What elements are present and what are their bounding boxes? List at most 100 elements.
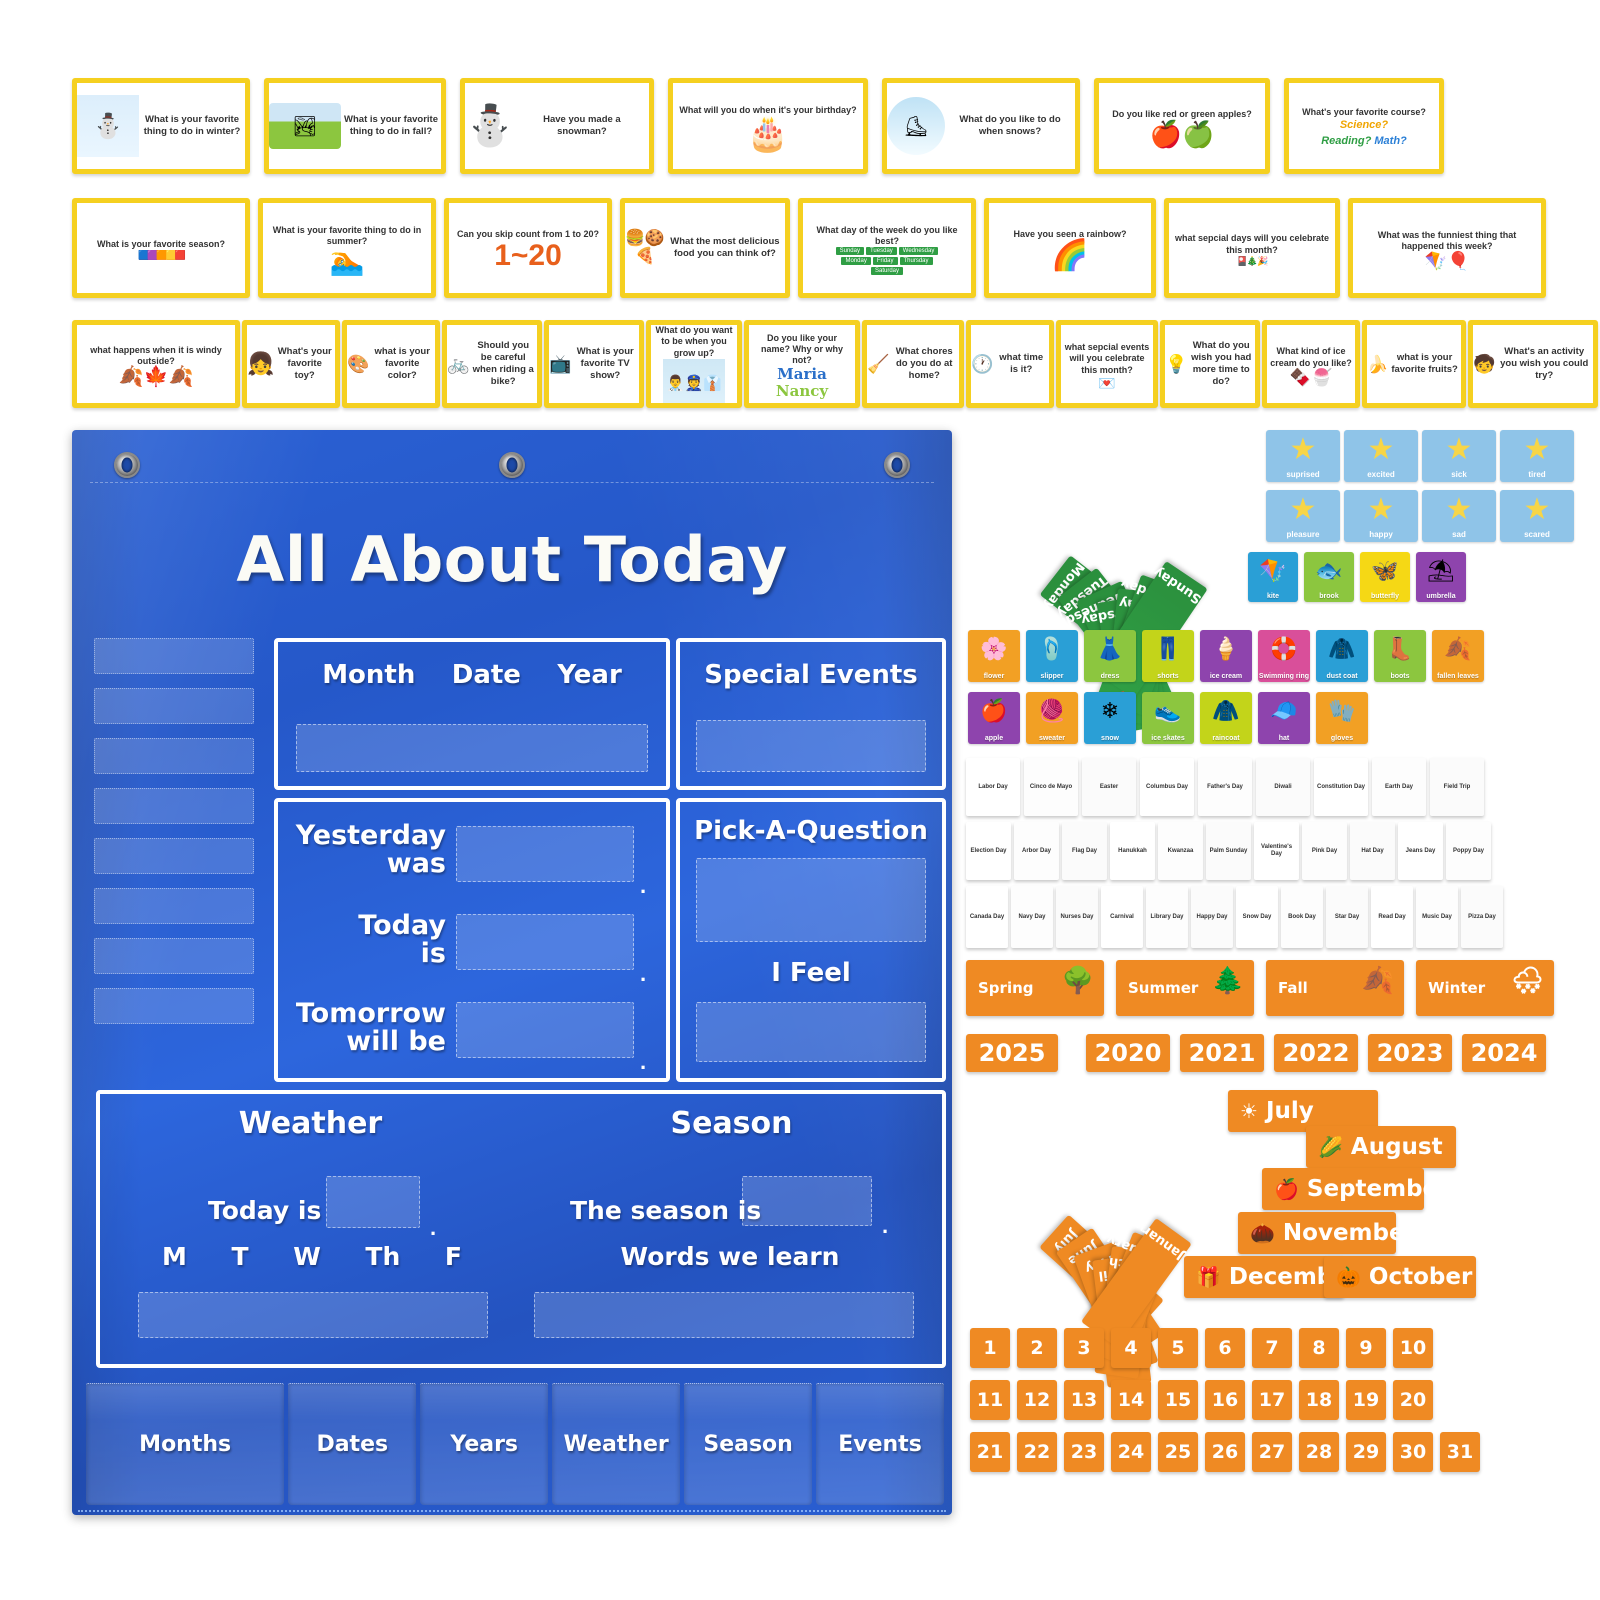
question-card[interactable]: Do you like red or green apples? 🍎🍏 [1094, 78, 1270, 174]
question-card[interactable]: 🕐 what time is it? [966, 320, 1054, 408]
question-card[interactable]: What day of the week do you like best? Su… [798, 198, 976, 298]
vocab-card[interactable]: 🦋 butterfly [1360, 552, 1410, 602]
holiday-card[interactable]: Read Day [1371, 886, 1413, 948]
question-card[interactable]: 🚲 Should you be careful when riding a bik… [442, 320, 542, 408]
month-card[interactable]: 🌰 November [1238, 1212, 1416, 1254]
vocab-card[interactable]: 🧤 gloves [1316, 692, 1368, 744]
month-card[interactable]: 🌽 August [1306, 1126, 1456, 1168]
tomorrow-insert-slot[interactable] [456, 1002, 634, 1058]
holiday-card[interactable]: Cinco de Mayo [1024, 758, 1078, 816]
holiday-card[interactable]: Snow Day [1236, 886, 1278, 948]
question-card[interactable]: what happens when it is windy outside? 🍂🍁… [72, 320, 240, 408]
vocab-card[interactable]: ⛱ umbrella [1416, 552, 1466, 602]
holiday-card[interactable]: Library Day [1146, 886, 1188, 948]
year-card[interactable]: 2024 [1462, 1034, 1546, 1072]
vocab-card[interactable]: 🍎 apple [968, 692, 1020, 744]
question-card[interactable]: 💡 What do you wish you had more time to d… [1160, 320, 1260, 408]
emotion-card[interactable]: ★ pleasure [1266, 490, 1340, 542]
year-card[interactable]: 2021 [1180, 1034, 1264, 1072]
question-card[interactable]: What is your favorite thing to do in sum… [258, 198, 436, 298]
today-insert-slot[interactable] [456, 914, 634, 970]
holiday-card[interactable]: Arbor Day [1014, 822, 1059, 880]
year-card[interactable]: 2020 [1086, 1034, 1170, 1072]
holiday-card[interactable]: Poppy Day [1446, 822, 1491, 880]
yesterday-insert-slot[interactable] [456, 826, 634, 882]
question-card[interactable]: 📺 What is your favorite TV show? [544, 320, 644, 408]
date-number-card[interactable]: 4 [1111, 1328, 1151, 1368]
i-feel-insert-slot[interactable] [696, 1002, 926, 1062]
date-number-card[interactable]: 7 [1252, 1328, 1292, 1368]
season-card[interactable]: Summer 🌲 [1116, 960, 1254, 1016]
date-number-card[interactable]: 22 [1017, 1432, 1057, 1472]
holiday-card[interactable]: Pizza Day [1461, 886, 1503, 948]
card-slot[interactable] [94, 988, 254, 1024]
holiday-card[interactable]: Hanukkah [1110, 822, 1155, 880]
question-card[interactable]: what sepcial days will you celebrate thi… [1164, 198, 1340, 298]
holiday-card[interactable]: Hat Day [1350, 822, 1395, 880]
holiday-card[interactable]: Flag Day [1062, 822, 1107, 880]
storage-pocket-dates[interactable]: Dates [288, 1383, 417, 1505]
season-card[interactable]: Spring 🌳 [966, 960, 1104, 1016]
date-number-card[interactable]: 6 [1205, 1328, 1245, 1368]
question-card[interactable]: 🧹 What chores do you do at home? [862, 320, 964, 408]
card-slot[interactable] [94, 688, 254, 724]
question-card[interactable]: What's your favorite course? Science? Read… [1284, 78, 1444, 174]
question-card[interactable]: ⛸ What do you like to do when snows? [882, 78, 1080, 174]
vocab-card[interactable]: 🍦 ice cream [1200, 630, 1252, 682]
date-number-card[interactable]: 24 [1111, 1432, 1151, 1472]
vocab-card[interactable]: 👗 dress [1084, 630, 1136, 682]
vocab-card[interactable]: 🧥 dust coat [1316, 630, 1368, 682]
holiday-card[interactable]: Palm Sunday [1206, 822, 1251, 880]
holiday-card[interactable]: Carnival [1101, 886, 1143, 948]
emotion-card[interactable]: ★ scared [1500, 490, 1574, 542]
question-card[interactable]: 🏞 What is your favorite thing to do in fa… [264, 78, 446, 174]
date-insert-slot[interactable] [296, 724, 648, 772]
storage-pocket-weather[interactable]: Weather [552, 1383, 681, 1505]
date-number-card[interactable]: 8 [1299, 1328, 1339, 1368]
holiday-card[interactable]: Election Day [966, 822, 1011, 880]
date-number-card[interactable]: 13 [1064, 1380, 1104, 1420]
date-number-card[interactable]: 31 [1440, 1432, 1480, 1472]
date-number-card[interactable]: 25 [1158, 1432, 1198, 1472]
holiday-card[interactable]: Jeans Day [1398, 822, 1443, 880]
storage-pocket-season[interactable]: Season [684, 1383, 813, 1505]
date-number-card[interactable]: 2 [1017, 1328, 1057, 1368]
vocab-card[interactable]: 🩴 slipper [1026, 630, 1078, 682]
date-number-card[interactable]: 29 [1346, 1432, 1386, 1472]
card-slot[interactable] [94, 938, 254, 974]
holiday-card[interactable]: Diwali [1256, 758, 1310, 816]
date-number-card[interactable]: 3 [1064, 1328, 1104, 1368]
date-number-card[interactable]: 26 [1205, 1432, 1245, 1472]
season-card[interactable]: Winter 🌨 [1416, 960, 1554, 1016]
question-card[interactable]: 🍔🍪 🍕 What the most delicious food you can … [620, 198, 790, 298]
storage-pocket-events[interactable]: Events [816, 1383, 944, 1505]
emotion-card[interactable]: ★ suprised [1266, 430, 1340, 482]
question-card[interactable]: What kind of ice cream do you like? 🍫🍧 [1262, 320, 1360, 408]
holiday-card[interactable]: Kwanzaa [1158, 822, 1203, 880]
vocab-card[interactable]: 🪁 kite [1248, 552, 1298, 602]
date-number-card[interactable]: 28 [1299, 1432, 1339, 1472]
question-card[interactable]: What do you want to be when you grow up?… [646, 320, 742, 408]
question-card[interactable]: What was the funniest thing that happene… [1348, 198, 1546, 298]
question-card[interactable]: what sepcial events will you celebrate t… [1056, 320, 1158, 408]
holiday-card[interactable]: Easter [1082, 758, 1136, 816]
question-card[interactable]: ⛄ What is your favorite thing to do in wi… [72, 78, 250, 174]
storage-pocket-months[interactable]: Months [86, 1383, 285, 1505]
vocab-card[interactable]: 👟 ice skates [1142, 692, 1194, 744]
date-number-card[interactable]: 27 [1252, 1432, 1292, 1472]
vocab-card[interactable]: 🧢 hat [1258, 692, 1310, 744]
date-number-card[interactable]: 1 [970, 1328, 1010, 1368]
question-card[interactable]: 🎨 what is your favorite color? [342, 320, 440, 408]
holiday-card[interactable]: Valentine's Day [1254, 822, 1299, 880]
date-number-card[interactable]: 23 [1064, 1432, 1104, 1472]
date-number-card[interactable]: 30 [1393, 1432, 1433, 1472]
date-number-card[interactable]: 9 [1346, 1328, 1386, 1368]
date-number-card[interactable]: 11 [970, 1380, 1010, 1420]
date-number-card[interactable]: 19 [1346, 1380, 1386, 1420]
holiday-card[interactable]: Navy Day [1011, 886, 1053, 948]
emotion-card[interactable]: ★ excited [1344, 430, 1418, 482]
date-number-card[interactable]: 12 [1017, 1380, 1057, 1420]
holiday-card[interactable]: Father's Day [1198, 758, 1252, 816]
question-card[interactable]: Can you skip count from 1 to 20? 1~20 [444, 198, 612, 298]
question-card[interactable]: What is your favorite season? 🟦🟪🟧🟨🟥 [72, 198, 250, 298]
